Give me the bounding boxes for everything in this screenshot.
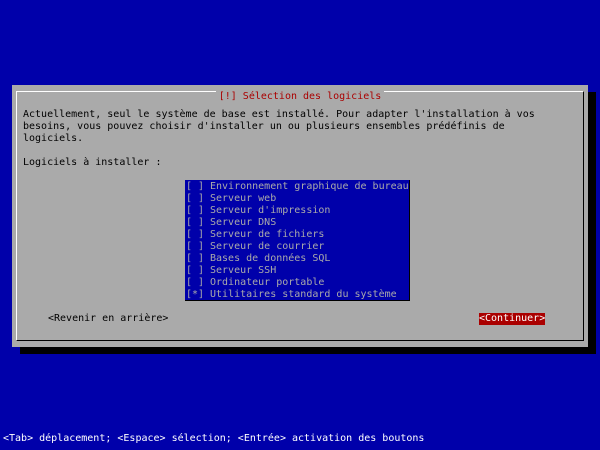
software-item-label: Bases de données SQL bbox=[210, 253, 331, 264]
software-item-sql-database[interactable]: [ ] Bases de données SQL bbox=[185, 253, 409, 265]
checkbox[interactable]: [ ] bbox=[186, 265, 210, 277]
checkbox[interactable]: [*] bbox=[186, 289, 210, 301]
software-item-label: Serveur de courrier bbox=[210, 241, 325, 252]
software-item-mail-server[interactable]: [ ] Serveur de courrier bbox=[185, 241, 409, 253]
checkbox[interactable]: [ ] bbox=[186, 217, 210, 229]
software-item-label: Serveur d'impression bbox=[210, 205, 331, 216]
software-item-label: Serveur SSH bbox=[210, 265, 277, 276]
software-item-dns-server[interactable]: [ ] Serveur DNS bbox=[185, 217, 409, 229]
software-item-standard-utilities[interactable]: [*] Utilitaires standard du système bbox=[185, 289, 409, 301]
software-item-file-server[interactable]: [ ] Serveur de fichiers bbox=[185, 229, 409, 241]
software-item-label: Serveur de fichiers bbox=[210, 229, 325, 240]
software-item-label: Serveur web bbox=[210, 193, 277, 204]
checkbox[interactable]: [ ] bbox=[186, 253, 210, 265]
software-item-ssh-server[interactable]: [ ] Serveur SSH bbox=[185, 265, 409, 277]
checkbox[interactable]: [ ] bbox=[186, 193, 210, 205]
dialog-description: Actuellement, seul le système de base es… bbox=[23, 109, 535, 144]
checkbox[interactable]: [ ] bbox=[186, 241, 210, 253]
software-item-desktop-environment[interactable]: [ ] Environnement graphique de bureau bbox=[185, 181, 409, 193]
software-item-web-server[interactable]: [ ] Serveur web bbox=[185, 193, 409, 205]
checkbox[interactable]: [ ] bbox=[186, 277, 210, 289]
checkbox[interactable]: [ ] bbox=[186, 229, 210, 241]
keyboard-help-line: <Tab> déplacement; <Espace> sélection; <… bbox=[3, 433, 425, 444]
continue-button[interactable]: <Continuer> bbox=[479, 313, 546, 325]
software-list-label: Logiciels à installer : bbox=[23, 157, 162, 168]
checkbox[interactable]: [ ] bbox=[186, 181, 210, 193]
software-item-print-server[interactable]: [ ] Serveur d'impression bbox=[185, 205, 409, 217]
dialog-title-bar: [!] Sélection des logiciels bbox=[17, 91, 583, 103]
software-listbox[interactable]: [ ] Environnement graphique de bureau [ … bbox=[185, 180, 410, 301]
software-item-label: Utilitaires standard du système bbox=[210, 289, 397, 300]
software-item-label: Ordinateur portable bbox=[210, 277, 325, 288]
software-item-laptop[interactable]: [ ] Ordinateur portable bbox=[185, 277, 409, 289]
software-item-label: Serveur DNS bbox=[210, 217, 277, 228]
back-button[interactable]: <Revenir en arrière> bbox=[48, 313, 168, 325]
software-item-label: Environnement graphique de bureau bbox=[210, 181, 409, 192]
software-selection-dialog: [!] Sélection des logiciels Actuellement… bbox=[12, 85, 588, 347]
dialog-title: [!] Sélection des logiciels bbox=[215, 91, 385, 103]
checkbox[interactable]: [ ] bbox=[186, 205, 210, 217]
